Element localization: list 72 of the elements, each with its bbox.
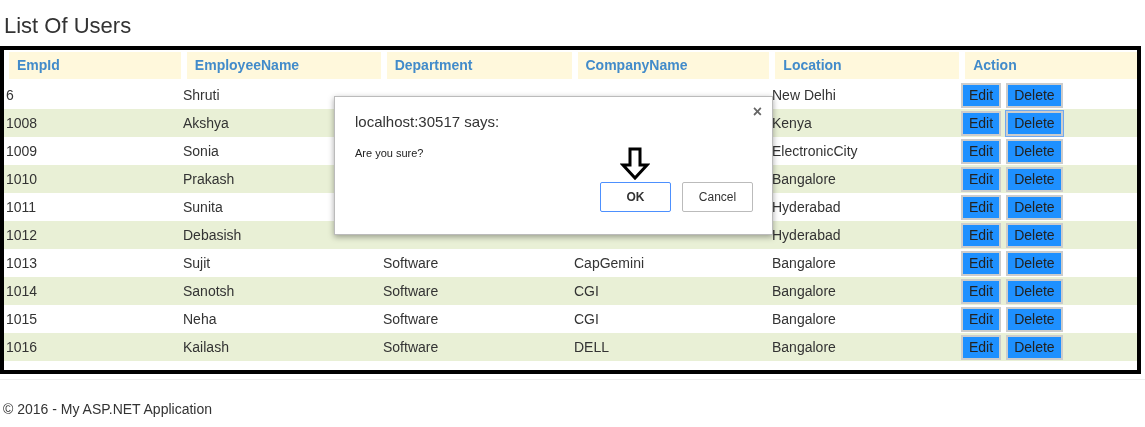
cancel-button[interactable]: Cancel <box>682 182 753 212</box>
table-cell: Bangalore <box>772 339 836 355</box>
table-cell: Bangalore <box>772 311 836 327</box>
table-cell: 1011 <box>6 199 37 215</box>
table-cell: Software <box>383 255 439 271</box>
delete-button[interactable]: Delete <box>1006 278 1063 304</box>
table-cell: CGI <box>574 311 599 327</box>
column-header: Location <box>775 52 960 79</box>
delete-button[interactable]: Delete <box>1006 82 1063 108</box>
table-cell: Debasish <box>183 227 242 243</box>
column-header: EmployeeName <box>186 52 381 79</box>
edit-button[interactable]: Edit <box>961 138 1002 164</box>
table-cell: Akshya <box>183 115 229 131</box>
table-cell: Hyderabad <box>772 199 841 215</box>
edit-button[interactable]: Edit <box>961 166 1002 192</box>
edit-button[interactable]: Edit <box>961 194 1002 220</box>
table-cell: Sunita <box>183 199 223 215</box>
delete-button[interactable]: Delete <box>1006 138 1063 164</box>
table-cell: CapGemini <box>574 255 645 271</box>
table-cell: Kenya <box>772 115 812 131</box>
table-cell: Bangalore <box>772 255 836 271</box>
table-cell: Software <box>383 283 439 299</box>
delete-button[interactable]: Delete <box>1006 334 1063 360</box>
column-header: Action <box>965 52 1137 79</box>
table-cell: Bangalore <box>772 171 836 187</box>
table-cell: Neha <box>183 311 217 327</box>
page-title: List Of Users <box>3 12 133 40</box>
table-cell: Shruti <box>183 87 220 103</box>
edit-button[interactable]: Edit <box>961 82 1002 108</box>
close-button[interactable]: × <box>748 103 766 121</box>
table-cell: 1008 <box>6 115 38 131</box>
delete-button[interactable]: Delete <box>1006 222 1063 248</box>
table-cell: Kailash <box>183 339 229 355</box>
table-cell: DELL <box>574 339 610 355</box>
edit-button[interactable]: Edit <box>961 222 1002 248</box>
table-cell: Sonia <box>183 143 219 159</box>
table-cell: 1009 <box>6 143 38 159</box>
delete-button[interactable]: Delete <box>1006 194 1063 220</box>
delete-button[interactable]: Delete <box>1006 250 1063 276</box>
dialog-message: Are you sure? <box>355 147 424 159</box>
table-cell: 1012 <box>6 227 38 243</box>
edit-button[interactable]: Edit <box>961 278 1002 304</box>
table-cell: 1014 <box>6 283 38 299</box>
delete-button[interactable]: Delete <box>1006 306 1063 332</box>
footer-text: © 2016 - My ASP.NET Application <box>2 400 214 417</box>
down-arrow-icon <box>620 147 650 181</box>
table-cell: Prakash <box>183 171 235 187</box>
ok-button[interactable]: OK <box>600 182 671 212</box>
delete-button[interactable]: Delete <box>1006 110 1063 136</box>
edit-button[interactable]: Edit <box>961 334 1002 360</box>
column-header: CompanyName <box>577 52 770 79</box>
table-cell: New Delhi <box>772 87 836 103</box>
table-cell: 1015 <box>6 311 38 327</box>
table-cell: Sujit <box>183 255 211 271</box>
table-cell: 1010 <box>6 171 38 187</box>
table-cell: Sanotsh <box>183 283 235 299</box>
table-cell: CGI <box>574 283 599 299</box>
dialog-title: localhost:30517 says: <box>355 113 500 130</box>
table-cell: Software <box>383 339 439 355</box>
edit-button[interactable]: Edit <box>961 110 1002 136</box>
delete-button[interactable]: Delete <box>1006 166 1063 192</box>
column-header: EmpId <box>9 52 181 79</box>
table-cell: ElectronicCity <box>772 143 858 159</box>
edit-button[interactable]: Edit <box>961 250 1002 276</box>
table-cell: 1013 <box>6 255 38 271</box>
table-cell: Bangalore <box>772 283 836 299</box>
edit-button[interactable]: Edit <box>961 306 1002 332</box>
table-cell: Software <box>383 311 439 327</box>
table-cell: 1016 <box>6 339 38 355</box>
table-cell: 6 <box>6 87 14 103</box>
column-header: Department <box>386 52 572 79</box>
table-cell: Hyderabad <box>772 227 841 243</box>
